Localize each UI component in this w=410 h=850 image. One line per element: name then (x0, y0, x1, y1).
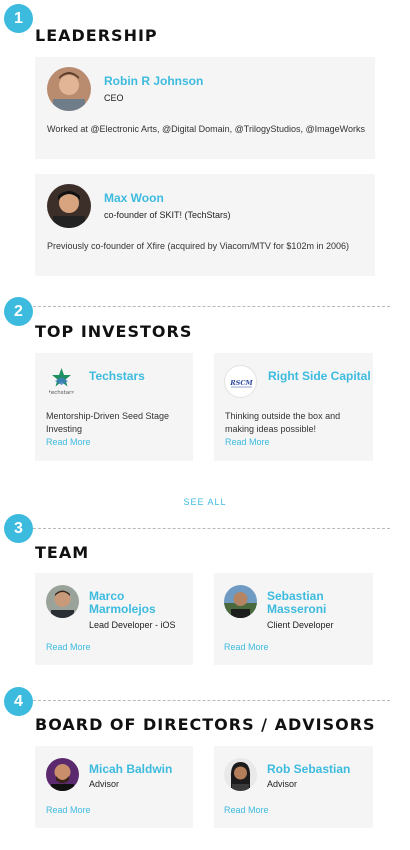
team-member-name[interactable]: Sebastian Masseroni (267, 590, 367, 616)
investor-description: Mentorship-Driven Seed Stage Investing (46, 411, 170, 434)
board-card: Rob Sebastian Advisor Read More (214, 746, 373, 828)
section-title-leadership: LEADERSHIP (35, 26, 158, 45)
team-member-role: Client Developer (267, 620, 334, 630)
investor-description: Thinking outside the box and making idea… (225, 411, 341, 434)
avatar (47, 184, 91, 228)
team-card: Sebastian Masseroni Client Developer Rea… (214, 573, 373, 665)
leader-card: Max Woon co-founder of SKIT! (TechStars)… (35, 174, 375, 276)
leader-name[interactable]: Max Woon (104, 192, 164, 205)
read-more-link[interactable]: Read More (224, 805, 269, 815)
advisor-name[interactable]: Rob Sebastian (267, 763, 350, 776)
investor-name[interactable]: Right Side Capital (268, 370, 371, 383)
board-card: Micah Baldwin Advisor Read More (35, 746, 193, 828)
avatar (46, 758, 79, 791)
leader-description: Previously co-founder of Xfire (acquired… (47, 241, 349, 251)
techstars-logo-icon: techstars (45, 365, 78, 398)
leader-role: CEO (104, 93, 124, 103)
team-card: Marco Marmolejos Lead Developer - iOS Re… (35, 573, 193, 665)
leader-card: Robin R Johnson CEO Worked at @Electroni… (35, 57, 375, 159)
section-title-team: TEAM (35, 543, 90, 562)
step-3-badge: 3 (4, 514, 33, 543)
leader-name[interactable]: Robin R Johnson (104, 75, 203, 88)
advisor-name[interactable]: Micah Baldwin (89, 763, 172, 776)
investor-name[interactable]: Techstars (89, 370, 145, 383)
read-more-link[interactable]: Read More (46, 642, 91, 652)
investor-card: techstars Techstars Mentorship-Driven Se… (35, 353, 193, 461)
step-4-badge: 4 (4, 687, 33, 716)
investor-card: RSCM Right Side Capital Thinking outside… (214, 353, 373, 461)
section-divider (33, 306, 390, 307)
read-more-link[interactable]: Read More (46, 437, 91, 447)
avatar (224, 585, 257, 618)
read-more-link[interactable]: Read More (46, 805, 91, 815)
step-1-badge: 1 (4, 4, 33, 33)
avatar (47, 67, 91, 111)
rscm-logo-icon: RSCM (224, 365, 257, 398)
section-divider (33, 528, 390, 529)
section-title-board: BOARD OF DIRECTORS / ADVISORS (35, 715, 376, 734)
step-2-badge: 2 (4, 297, 33, 326)
leader-description: Worked at @Electronic Arts, @Digital Dom… (47, 124, 365, 134)
svg-text:RSCM: RSCM (229, 379, 253, 387)
section-divider (33, 700, 390, 701)
team-member-role: Lead Developer - iOS (89, 620, 176, 630)
advisor-role: Advisor (267, 779, 298, 789)
see-all-link[interactable]: SEE ALL (0, 497, 410, 507)
team-member-name[interactable]: Marco Marmolejos (89, 590, 189, 616)
read-more-link[interactable]: Read More (224, 642, 269, 652)
section-title-investors: TOP INVESTORS (35, 322, 193, 341)
read-more-link[interactable]: Read More (225, 437, 270, 447)
svg-text:techstars: techstars (49, 390, 75, 396)
avatar (224, 758, 257, 791)
avatar (46, 585, 79, 618)
leader-role: co-founder of SKIT! (TechStars) (104, 210, 231, 220)
advisor-role: Advisor (89, 779, 120, 789)
